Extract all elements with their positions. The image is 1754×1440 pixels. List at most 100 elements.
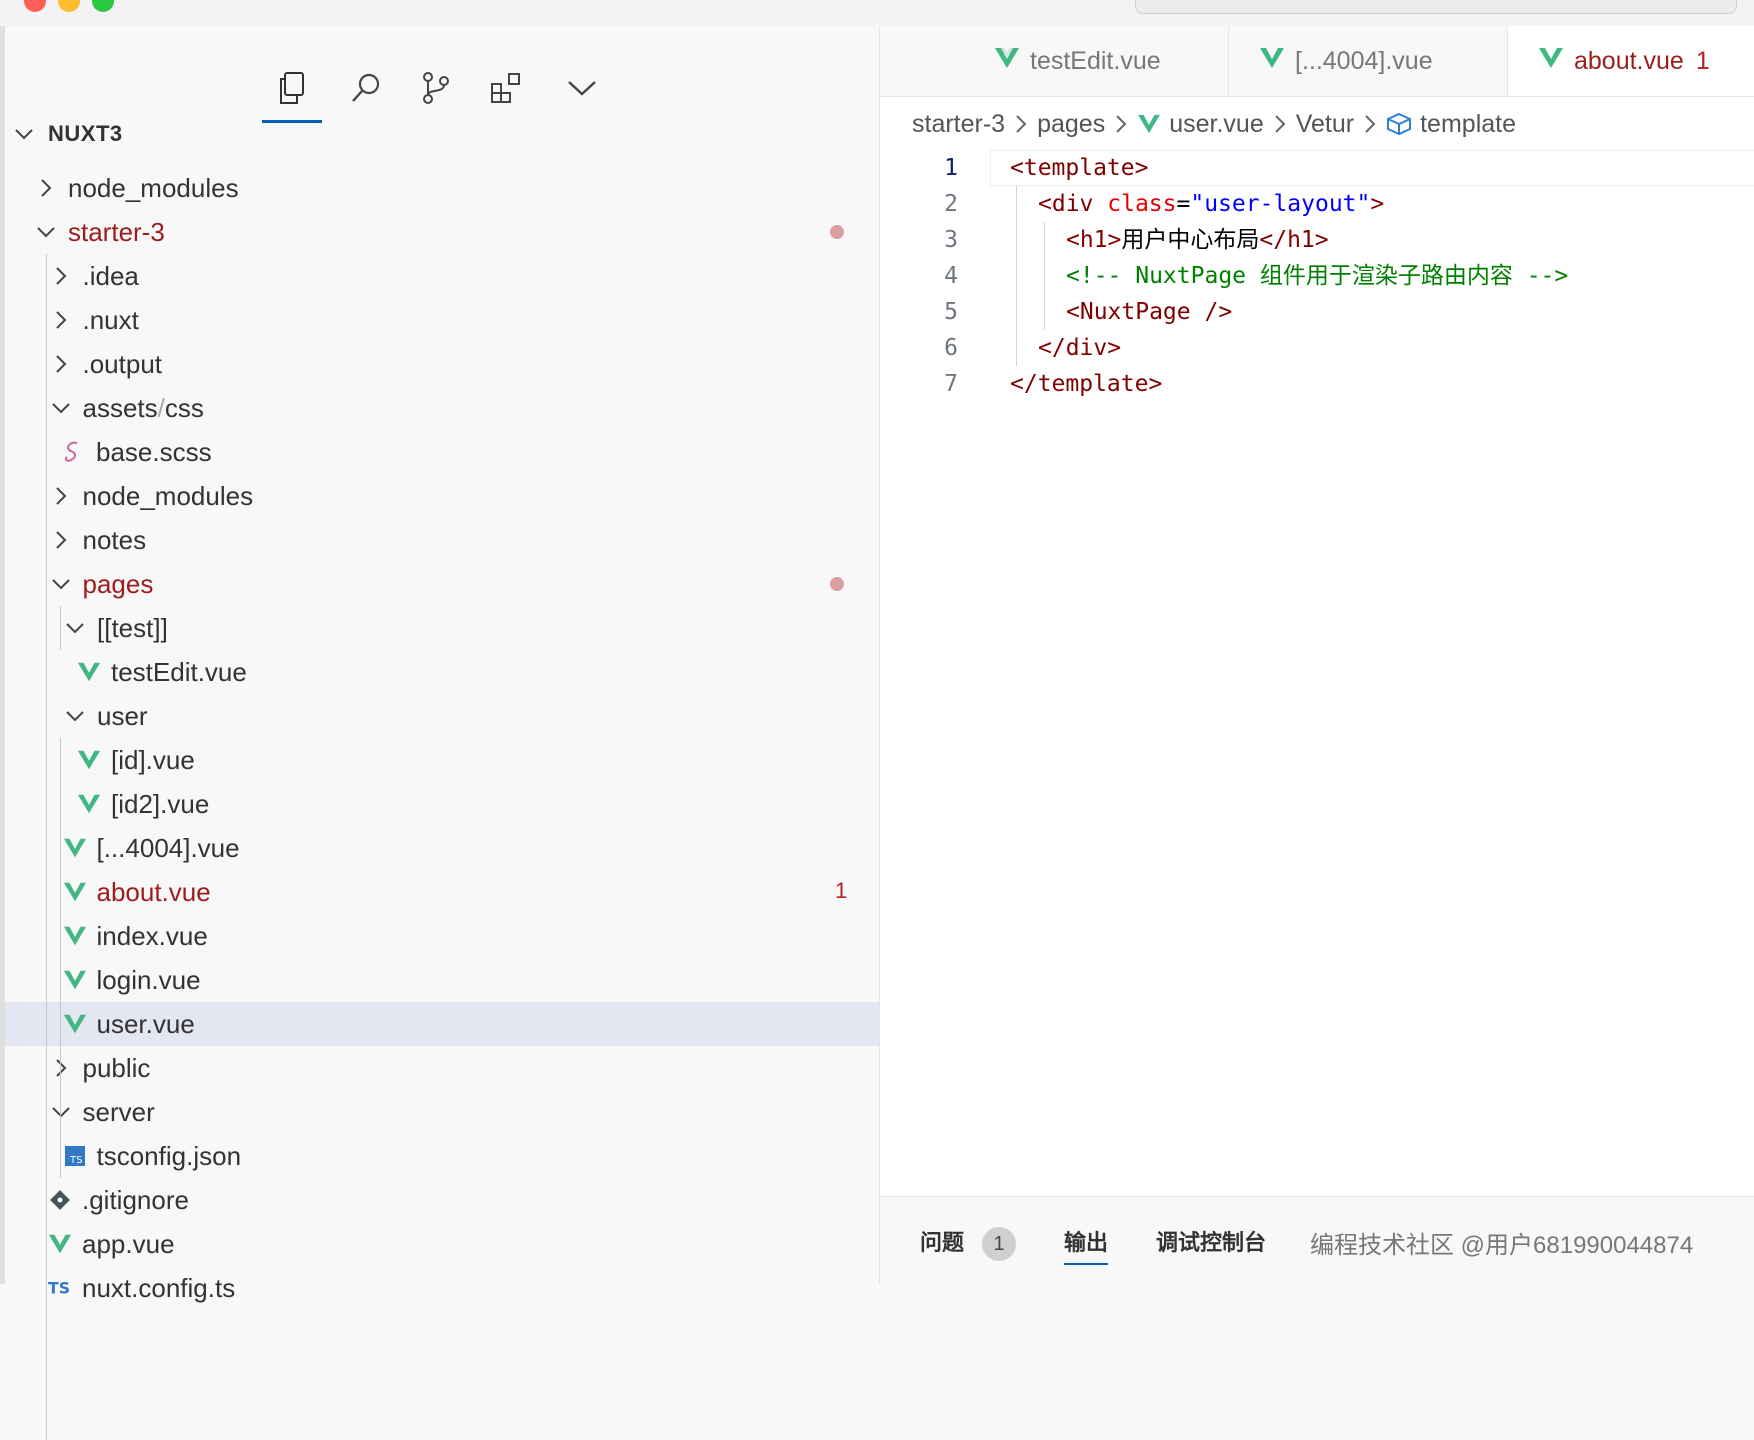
tab-output[interactable]: 输出 bbox=[1064, 1225, 1109, 1265]
code-text: </template> bbox=[1010, 371, 1163, 397]
watermark: 编程技术社区 @用户681990044874 bbox=[1310, 1232, 1694, 1259]
code-text: </div> bbox=[1038, 335, 1122, 361]
code-comment: <!-- NuxtPage 组件用于渲染子路由内容 --> bbox=[1066, 263, 1569, 289]
tree-item-label: .gitignore bbox=[82, 1184, 189, 1215]
tree-file[interactable]: testEdit.vue bbox=[0, 650, 879, 694]
search-icon[interactable] bbox=[336, 56, 396, 120]
tab-debug-console[interactable]: 调试控制台 bbox=[1156, 1225, 1266, 1257]
chevron-right-icon bbox=[34, 178, 58, 198]
tree-item-label: notes bbox=[82, 524, 147, 555]
tree-item-label: [[test]] bbox=[97, 612, 168, 643]
vue-file-icon bbox=[77, 793, 101, 815]
close-window-button[interactable] bbox=[24, 0, 46, 12]
tree-file[interactable]: base.scss bbox=[0, 430, 879, 474]
editor-area: testEdit.vue [...4004].vue about.vue 1 s… bbox=[880, 26, 1754, 1285]
tree-folder[interactable]: starter-3 bbox=[0, 210, 879, 254]
svg-text:TS: TS bbox=[69, 1155, 82, 1166]
chevron-right-icon bbox=[1015, 114, 1027, 134]
tab-label: [...4004].vue bbox=[1295, 46, 1433, 75]
chevron-down-icon bbox=[63, 621, 87, 635]
code-line: 5 <NuxtPage /> bbox=[880, 294, 1754, 330]
breadcrumb-vetur[interactable]: Vetur bbox=[1296, 110, 1354, 139]
tree-file[interactable]: about.vue 1 bbox=[0, 870, 879, 914]
code-line: 2 <div class="user-layout"> bbox=[880, 186, 1754, 222]
code-line: 7 </template> bbox=[880, 366, 1754, 402]
tree-folder[interactable]: .output bbox=[0, 342, 879, 386]
tree-folder[interactable]: user bbox=[0, 694, 879, 738]
tree-indent-guide bbox=[60, 606, 61, 650]
tree-folder[interactable]: pages bbox=[0, 562, 879, 606]
tsconfig-file-icon: TS bbox=[63, 1145, 87, 1167]
vue-file-icon bbox=[63, 837, 87, 859]
tree-folder[interactable]: node_modules bbox=[0, 474, 879, 518]
extensions-icon[interactable] bbox=[476, 56, 536, 120]
tab-problems[interactable]: 问题 1 bbox=[920, 1225, 1017, 1262]
tab-testedit[interactable]: testEdit.vue bbox=[964, 26, 1229, 96]
code-line: 4 <!-- NuxtPage 组件用于渲染子路由内容 --> bbox=[880, 258, 1754, 294]
scss-file-icon bbox=[62, 440, 86, 464]
tab-about[interactable]: about.vue 1 bbox=[1508, 26, 1754, 96]
tree-item-label: node_modules bbox=[82, 480, 254, 511]
chevron-right-icon bbox=[49, 266, 73, 286]
tree-item-label: index.vue bbox=[96, 920, 208, 951]
tree-folder[interactable]: server bbox=[0, 1090, 879, 1134]
tree-file[interactable]: login.vue bbox=[0, 958, 879, 1002]
code-editor[interactable]: 1 <template> 2 <div class="user-layout">… bbox=[880, 150, 1754, 402]
command-center[interactable] bbox=[1135, 0, 1737, 14]
tree-item-label: server bbox=[82, 1096, 155, 1127]
tree-item-label: login.vue bbox=[96, 964, 201, 995]
breadcrumb-user-vue[interactable]: user.vue bbox=[1169, 110, 1264, 139]
tree-folder[interactable]: .idea bbox=[0, 254, 879, 298]
breadcrumb-template[interactable]: template bbox=[1420, 110, 1516, 139]
tree-file[interactable]: user.vue bbox=[0, 1002, 879, 1046]
line-number: 5 bbox=[944, 299, 958, 325]
vue-file-icon bbox=[1259, 47, 1285, 76]
path-separator: / bbox=[157, 392, 165, 423]
tab-4004[interactable]: [...4004].vue bbox=[1229, 26, 1508, 96]
tree-item-label: user.vue bbox=[96, 1008, 195, 1039]
code-line: 6 </div> bbox=[880, 330, 1754, 366]
breadcrumb-pages[interactable]: pages bbox=[1037, 110, 1105, 139]
tree-file[interactable]: TS tsconfig.json bbox=[0, 1134, 879, 1178]
tree-file[interactable]: app.vue bbox=[0, 1222, 879, 1266]
chevron-right-icon bbox=[49, 310, 73, 330]
workspace-root-label: NUXT3 bbox=[48, 121, 123, 146]
code-text: <div class="user-layout"> bbox=[1038, 191, 1385, 217]
tree-indent-guide bbox=[46, 254, 47, 1440]
explorer-icon[interactable] bbox=[262, 56, 322, 123]
minimize-window-button[interactable] bbox=[58, 0, 80, 12]
tree-item-label: pages bbox=[82, 568, 154, 599]
tree-file[interactable]: TS nuxt.config.ts bbox=[0, 1266, 879, 1310]
tree-file[interactable]: .gitignore bbox=[0, 1178, 879, 1222]
tree-folder[interactable]: node_modules bbox=[0, 166, 879, 210]
typescript-file-icon: TS bbox=[48, 1278, 72, 1298]
vue-file-icon bbox=[1137, 114, 1161, 134]
tree-file[interactable]: index.vue bbox=[0, 914, 879, 958]
tree-file[interactable]: [id2].vue bbox=[0, 782, 879, 826]
tree-file[interactable]: [id].vue bbox=[0, 738, 879, 782]
problems-count-badge: 1 bbox=[982, 1227, 1017, 1262]
tree-item-label: [...4004].vue bbox=[96, 832, 240, 863]
modified-dot bbox=[830, 225, 844, 239]
tree-item-label: [id].vue bbox=[111, 744, 195, 775]
breadcrumb-starter-3[interactable]: starter-3 bbox=[912, 110, 1005, 139]
breadcrumb: starter-3 pages user.vue Vetur template bbox=[912, 104, 1516, 144]
zoom-window-button[interactable] bbox=[92, 0, 114, 12]
tree-folder[interactable]: assets / css bbox=[0, 386, 879, 430]
source-control-icon[interactable] bbox=[406, 56, 466, 120]
workspace-root[interactable]: NUXT3 bbox=[12, 116, 123, 152]
code-text: <h1>用户中心布局</h1> bbox=[1066, 227, 1329, 253]
chevron-right-icon bbox=[1274, 114, 1286, 134]
tree-item-label: app.vue bbox=[82, 1228, 175, 1259]
tree-file[interactable]: [...4004].vue bbox=[0, 826, 879, 870]
vue-file-icon bbox=[63, 881, 87, 903]
tab-bar-spacer bbox=[880, 26, 965, 96]
tree-folder[interactable]: [[test]] bbox=[0, 606, 879, 650]
tree-folder[interactable]: public bbox=[0, 1046, 879, 1090]
chevron-down-icon[interactable] bbox=[552, 56, 612, 120]
problem-count: 1 bbox=[835, 878, 848, 903]
tree-folder[interactable]: notes bbox=[0, 518, 879, 562]
tree-item-label: [id2].vue bbox=[111, 788, 210, 819]
code-text: <template> bbox=[1010, 155, 1149, 181]
tree-folder[interactable]: .nuxt bbox=[0, 298, 879, 342]
